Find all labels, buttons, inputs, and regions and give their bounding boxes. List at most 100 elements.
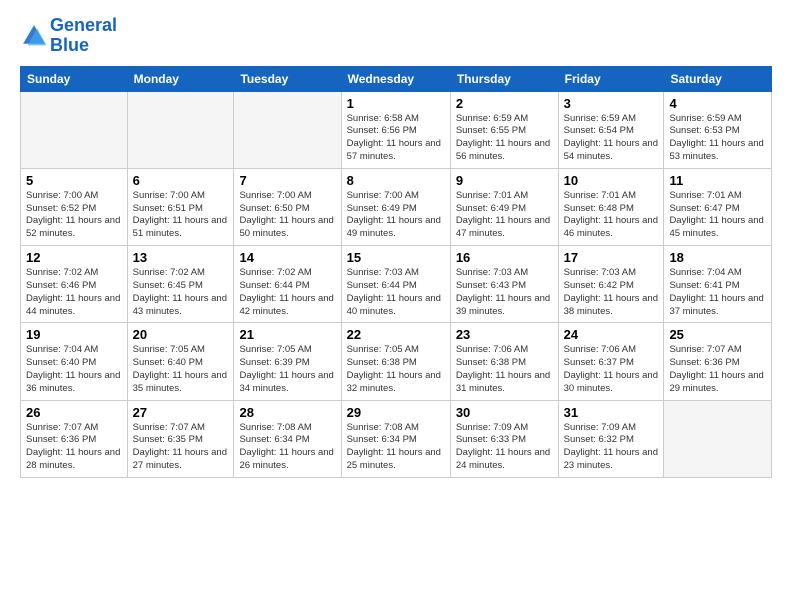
day-number: 24	[564, 327, 659, 342]
day-number: 12	[26, 250, 122, 265]
daylight-label: Daylight: 11 hours and 35 minutes.	[133, 370, 227, 394]
sunrise-label: Sunrise: 7:05 AM	[239, 344, 311, 355]
calendar-cell: 19Sunrise: 7:04 AMSunset: 6:40 PMDayligh…	[21, 323, 128, 400]
day-number: 23	[456, 327, 553, 342]
sunrise-label: Sunrise: 7:01 AM	[669, 190, 741, 201]
day-info: Sunrise: 7:05 AMSunset: 6:39 PMDaylight:…	[239, 344, 335, 395]
header: General Blue	[20, 16, 772, 56]
sunset-label: Sunset: 6:36 PM	[26, 434, 96, 445]
sunrise-label: Sunrise: 7:04 AM	[669, 267, 741, 278]
day-number: 11	[669, 173, 766, 188]
sunrise-label: Sunrise: 7:02 AM	[26, 267, 98, 278]
sunset-label: Sunset: 6:47 PM	[669, 203, 739, 214]
calendar-cell: 27 Sunrise: 7:07 AMSunset: 6:35 PMDayligh…	[127, 400, 234, 477]
sunrise-label: Sunrise: 7:01 AM	[564, 190, 636, 201]
calendar-cell: 3 Sunrise: 6:59 AMSunset: 6:54 PMDaylight…	[558, 91, 664, 168]
sunrise-label: Sunrise: 7:07 AM	[669, 344, 741, 355]
daylight-label: Daylight: 11 hours and 25 minutes.	[347, 447, 441, 471]
day-number: 28	[239, 405, 335, 420]
day-number: 25	[669, 327, 766, 342]
day-info: Sunrise: 7:00 AMSunset: 6:50 PMDaylight:…	[239, 190, 335, 241]
weekday-header-thursday: Thursday	[450, 66, 558, 91]
sunrise-label: Sunrise: 7:06 AM	[456, 344, 528, 355]
calendar-cell: 9Sunrise: 7:01 AMSunset: 6:49 PMDaylight…	[450, 168, 558, 245]
daylight-label: Daylight: 11 hours and 42 minutes.	[239, 293, 333, 317]
weekday-header-wednesday: Wednesday	[341, 66, 450, 91]
day-number: 22	[347, 327, 445, 342]
weekday-header-saturday: Saturday	[664, 66, 772, 91]
daylight-label: Daylight: 11 hours and 44 minutes.	[26, 293, 120, 317]
calendar-cell: 18 Sunrise: 7:04 AMSunset: 6:41 PMDayligh…	[664, 246, 772, 323]
daylight-label: Daylight: 11 hours and 27 minutes.	[133, 447, 227, 471]
day-info: Sunrise: 7:00 AMSunset: 6:49 PMDaylight:…	[347, 190, 445, 241]
day-info: Sunrise: 7:02 AMSunset: 6:44 PMDaylight:…	[239, 267, 335, 318]
day-number: 27	[133, 405, 229, 420]
sunset-label: Sunset: 6:52 PM	[26, 203, 96, 214]
calendar-cell: 1Sunrise: 6:58 AMSunset: 6:56 PMDaylight…	[341, 91, 450, 168]
week-row-3: 12 Sunrise: 7:02 AM Sunset: 6:46 PM Dayligh…	[21, 246, 772, 323]
day-number: 2	[456, 96, 553, 111]
day-info: Sunrise: 6:59 AMSunset: 6:54 PMDaylight:…	[564, 113, 659, 164]
sunset-label: Sunset: 6:55 PM	[456, 125, 526, 136]
calendar-cell: 16Sunrise: 7:03 AMSunset: 6:43 PMDayligh…	[450, 246, 558, 323]
sunset-label: Sunset: 6:40 PM	[26, 357, 96, 368]
day-number: 30	[456, 405, 553, 420]
weekday-header-sunday: Sunday	[21, 66, 128, 91]
sunset-label: Sunset: 6:42 PM	[564, 280, 634, 291]
calendar-cell: 13Sunrise: 7:02 AMSunset: 6:45 PMDayligh…	[127, 246, 234, 323]
calendar-cell: 20Sunrise: 7:05 AMSunset: 6:40 PMDayligh…	[127, 323, 234, 400]
sunrise-label: Sunrise: 7:04 AM	[26, 344, 98, 355]
sunrise-label: Sunrise: 7:08 AM	[239, 422, 311, 433]
sunset-label: Sunset: 6:37 PM	[564, 357, 634, 368]
calendar-cell: 8Sunrise: 7:00 AMSunset: 6:49 PMDaylight…	[341, 168, 450, 245]
sunset-label: Sunset: 6:38 PM	[456, 357, 526, 368]
calendar-cell: 24Sunrise: 7:06 AMSunset: 6:37 PMDayligh…	[558, 323, 664, 400]
calendar-cell: 25Sunrise: 7:07 AMSunset: 6:36 PMDayligh…	[664, 323, 772, 400]
day-info: Sunrise: 6:59 AMSunset: 6:53 PMDaylight:…	[669, 113, 766, 164]
day-info: Sunrise: 7:00 AMSunset: 6:51 PMDaylight:…	[133, 190, 229, 241]
daylight-label: Daylight: 11 hours and 23 minutes.	[564, 447, 658, 471]
daylight-label: Daylight: 11 hours and 47 minutes.	[456, 215, 550, 239]
day-info: Sunrise: 7:07 AMSunset: 6:35 PMDaylight:…	[133, 422, 229, 473]
sunrise-label: Sunrise: 7:08 AM	[347, 422, 419, 433]
daylight-label: Daylight: 11 hours and 57 minutes.	[347, 138, 441, 162]
day-number: 7	[239, 173, 335, 188]
sunset-label: Sunset: 6:49 PM	[347, 203, 417, 214]
calendar: SundayMondayTuesdayWednesdayThursdayFrid…	[20, 66, 772, 478]
day-info: Sunrise: 7:02 AM Sunset: 6:46 PM Daylight:…	[26, 267, 122, 318]
sunset-label: Sunset: 6:33 PM	[456, 434, 526, 445]
daylight-label: Daylight: 11 hours and 56 minutes.	[456, 138, 550, 162]
day-info: Sunrise: 7:01 AMSunset: 6:49 PMDaylight:…	[456, 190, 553, 241]
sunset-label: Sunset: 6:40 PM	[133, 357, 203, 368]
daylight-label: Daylight: 11 hours and 26 minutes.	[239, 447, 333, 471]
calendar-cell: 28Sunrise: 7:08 AMSunset: 6:34 PMDayligh…	[234, 400, 341, 477]
week-row-1: 1Sunrise: 6:58 AMSunset: 6:56 PMDaylight…	[21, 91, 772, 168]
day-info: Sunrise: 7:04 AMSunset: 6:41 PMDaylight:…	[669, 267, 766, 318]
sunrise-label: Sunrise: 7:02 AM	[239, 267, 311, 278]
sunrise-label: Sunrise: 7:00 AM	[26, 190, 98, 201]
day-number: 15	[347, 250, 445, 265]
sunrise-label: Sunrise: 7:00 AM	[347, 190, 419, 201]
day-number: 18	[669, 250, 766, 265]
sunset-label: Sunset: 6:46 PM	[26, 280, 96, 291]
day-info: Sunrise: 7:01 AM Sunset: 6:47 PMDaylight:…	[669, 190, 766, 241]
day-number: 10	[564, 173, 659, 188]
day-number: 3	[564, 96, 659, 111]
weekday-header-row: SundayMondayTuesdayWednesdayThursdayFrid…	[21, 66, 772, 91]
day-number: 13	[133, 250, 229, 265]
page: General Blue SundayMondayTuesdayWednesda…	[0, 0, 792, 612]
day-number: 31	[564, 405, 659, 420]
calendar-cell: 31Sunrise: 7:09 AMSunset: 6:32 PMDayligh…	[558, 400, 664, 477]
day-info: Sunrise: 7:01 AMSunset: 6:48 PMDaylight:…	[564, 190, 659, 241]
sunrise-label: Sunrise: 7:07 AM	[26, 422, 98, 433]
day-info: Sunrise: 6:58 AMSunset: 6:56 PMDaylight:…	[347, 113, 445, 164]
calendar-cell: 6Sunrise: 7:00 AMSunset: 6:51 PMDaylight…	[127, 168, 234, 245]
calendar-cell: 11 Sunrise: 7:01 AM Sunset: 6:47 PMDayligh…	[664, 168, 772, 245]
daylight-label: Daylight: 11 hours and 32 minutes.	[347, 370, 441, 394]
sunrise-label: Sunrise: 7:01 AM	[456, 190, 528, 201]
day-info: Sunrise: 7:04 AMSunset: 6:40 PMDaylight:…	[26, 344, 122, 395]
sunrise-label: Sunrise: 7:09 AM	[564, 422, 636, 433]
sunrise-label: Sunrise: 7:03 AM	[564, 267, 636, 278]
daylight-label: Daylight: 11 hours and 45 minutes.	[669, 215, 763, 239]
calendar-cell: 5Sunrise: 7:00 AMSunset: 6:52 PMDaylight…	[21, 168, 128, 245]
